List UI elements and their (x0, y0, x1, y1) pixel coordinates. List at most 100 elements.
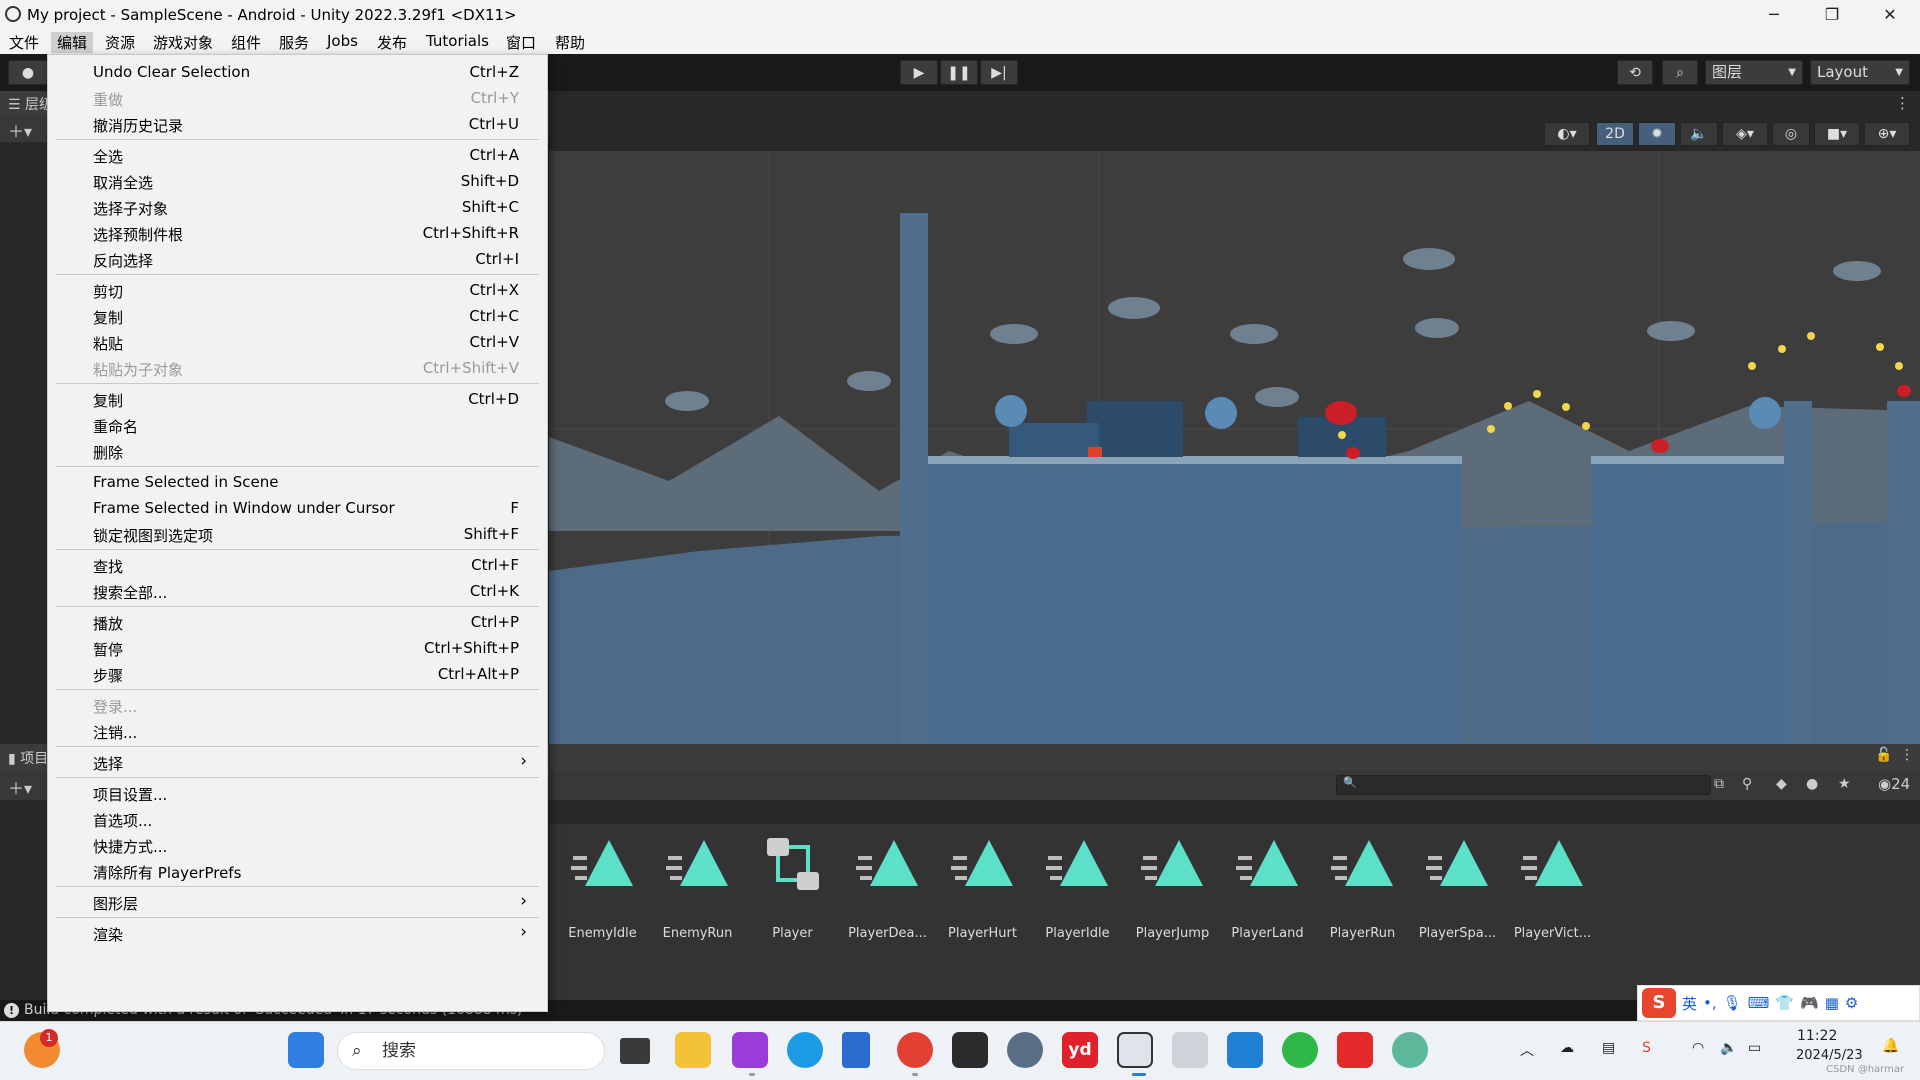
hidden-count[interactable]: ◉24 (1878, 775, 1910, 793)
menu-item[interactable]: 步骤 Ctrl+Alt+P (48, 661, 547, 687)
warning-icon[interactable]: ● (1806, 776, 1818, 792)
hidden-objects-button[interactable]: ◎ (1772, 122, 1810, 146)
skin-icon[interactable]: 👕 (1775, 994, 1794, 1012)
task-view-icon[interactable] (620, 1038, 650, 1064)
apps-icon[interactable]: ▦ (1825, 994, 1839, 1012)
menu-gameobject[interactable]: 游戏对象 (153, 32, 213, 53)
menu-file[interactable]: 文件 (9, 32, 39, 53)
settings-app-icon[interactable] (1007, 1032, 1043, 1068)
sogou-logo-icon[interactable]: S (1642, 988, 1676, 1018)
maximize-button[interactable]: ❐ (1803, 0, 1861, 29)
menu-window[interactable]: 窗口 (506, 32, 536, 53)
menu-item[interactable]: 选择 › (48, 749, 547, 775)
project-search-input[interactable]: 🔍 (1336, 775, 1711, 795)
toggle-2d-button[interactable]: 2D (1596, 122, 1634, 146)
menu-item[interactable]: 渲染 › (48, 920, 547, 946)
filter-icon[interactable]: ⚲ (1742, 776, 1752, 792)
asset-item[interactable]: PlayerSpa... (1410, 824, 1505, 944)
shading-mode-dropdown[interactable]: ◐▾ (1544, 122, 1590, 146)
menu-item[interactable]: Frame Selected in Window under Cursor F (48, 495, 547, 521)
lock-icon[interactable]: 🔓 (1875, 747, 1892, 763)
menu-item[interactable]: 全选 Ctrl+A (48, 142, 547, 168)
menu-item[interactable]: 粘贴 Ctrl+V (48, 329, 547, 355)
menu-item[interactable]: 搜索全部... Ctrl+K (48, 578, 547, 604)
star-icon[interactable]: ★ (1838, 776, 1851, 792)
menu-item[interactable]: 选择子对象 Shift+C (48, 194, 547, 220)
asset-item[interactable]: PlayerLand (1220, 824, 1315, 944)
menu-item[interactable]: 项目设置... (48, 780, 547, 806)
notification-bell-icon[interactable]: 🔔 (1882, 1038, 1899, 1054)
undo-history-button[interactable]: ⟲ (1617, 60, 1653, 85)
menu-item[interactable]: 清除所有 PlayerPrefs (48, 858, 547, 884)
microphone-icon[interactable]: 🎙 (1723, 994, 1742, 1012)
battery-icon[interactable]: ▭ (1748, 1040, 1761, 1056)
chrome-browser-icon[interactable] (897, 1032, 933, 1068)
menu-item[interactable]: 图形层 › (48, 889, 547, 915)
camera-dropdown[interactable]: ■▾ (1814, 122, 1860, 146)
settings-icon[interactable]: ⚙ (1845, 994, 1858, 1012)
search-button[interactable]: ⌕ (1662, 60, 1698, 85)
asset-item[interactable]: Player (745, 824, 840, 944)
youdao-app-icon[interactable]: yd (1062, 1032, 1098, 1068)
asset-item[interactable]: PlayerHurt (935, 824, 1030, 944)
menu-item[interactable]: 复制 Ctrl+C (48, 303, 547, 329)
menu-assets[interactable]: 资源 (105, 32, 135, 53)
keyboard-icon[interactable]: ⌨ (1748, 994, 1770, 1012)
layers-dropdown[interactable]: 图层 ▼ (1705, 60, 1803, 85)
menu-item[interactable]: 快捷方式... (48, 832, 547, 858)
volume-icon[interactable]: 🔈 (1720, 1040, 1737, 1056)
play-button[interactable]: ▶ (900, 60, 938, 85)
chatgpt-icon[interactable] (1392, 1032, 1428, 1068)
menu-item[interactable]: 取消全选 Shift+D (48, 168, 547, 194)
asset-item[interactable]: EnemyIdle (555, 824, 650, 944)
unity-editor-icon[interactable] (1172, 1032, 1208, 1068)
menu-item[interactable]: 首选项... (48, 806, 547, 832)
tray-app-icon[interactable]: ▤ (1602, 1040, 1615, 1056)
wps-office-icon[interactable] (1337, 1032, 1373, 1068)
clock-date[interactable]: 2024/5/23 (1796, 1048, 1863, 1063)
asset-item[interactable]: EnemyRun (650, 824, 745, 944)
edge-browser-icon[interactable] (787, 1032, 823, 1068)
account-button[interactable]: ● (8, 60, 48, 85)
menu-item[interactable]: 锁定视图到选定项 Shift+F (48, 521, 547, 547)
game-icon[interactable]: 🎮 (1800, 994, 1819, 1012)
gizmos-dropdown[interactable]: ⊕▾ (1864, 122, 1910, 146)
pause-button[interactable]: ❚❚ (940, 60, 978, 85)
search-by-type-icon[interactable]: ⧉ (1714, 776, 1724, 792)
notepad-icon[interactable] (842, 1032, 870, 1068)
menu-help[interactable]: 帮助 (555, 32, 585, 53)
chevron-up-icon[interactable]: ︿ (1520, 1040, 1534, 1060)
asset-item[interactable]: PlayerIdle (1030, 824, 1125, 944)
project-tab[interactable]: ▮ 项目 (8, 748, 48, 768)
windows-start-icon[interactable] (288, 1032, 324, 1068)
menu-tutorials[interactable]: Tutorials (426, 32, 489, 50)
menu-item[interactable]: 反向选择 Ctrl+I (48, 246, 547, 272)
menu-item[interactable]: 撤消历史记录 Ctrl+U (48, 111, 547, 137)
menu-services[interactable]: 服务 (279, 32, 309, 53)
menu-item[interactable]: 播放 Ctrl+P (48, 609, 547, 635)
menu-item[interactable]: 复制 Ctrl+D (48, 386, 547, 412)
punctuation-icon[interactable]: •, (1703, 994, 1717, 1012)
file-explorer-icon[interactable] (675, 1032, 711, 1068)
menu-component[interactable]: 组件 (231, 32, 261, 53)
effects-dropdown[interactable]: ◈▾ (1722, 122, 1768, 146)
more-options-icon[interactable]: ⋮ (1895, 94, 1910, 112)
menu-item[interactable]: 重命名 (48, 412, 547, 438)
menu-item[interactable]: 查找 Ctrl+F (48, 552, 547, 578)
menu-edit[interactable]: 编辑 (51, 32, 94, 53)
vscode-icon[interactable] (1227, 1032, 1263, 1068)
taskbar-search[interactable]: ⌕ 搜索 (337, 1032, 605, 1070)
add-icon[interactable]: ＋▾ (8, 122, 32, 141)
terminal-icon[interactable] (952, 1032, 988, 1068)
label-icon[interactable]: ◆ (1776, 776, 1787, 792)
onedrive-icon[interactable]: ☁ (1560, 1040, 1574, 1056)
close-button[interactable]: ✕ (1861, 0, 1919, 29)
asset-item[interactable]: PlayerVict... (1505, 824, 1600, 944)
menu-jobs[interactable]: Jobs (327, 32, 358, 50)
unity-hub-icon[interactable] (1117, 1032, 1153, 1068)
wifi-icon[interactable]: ◠ (1692, 1040, 1704, 1056)
layout-dropdown[interactable]: Layout ▼ (1810, 60, 1910, 85)
app-icon-purple[interactable] (732, 1032, 768, 1068)
menu-item[interactable]: 剪切 Ctrl+X (48, 277, 547, 303)
asset-item[interactable]: PlayerRun (1315, 824, 1410, 944)
